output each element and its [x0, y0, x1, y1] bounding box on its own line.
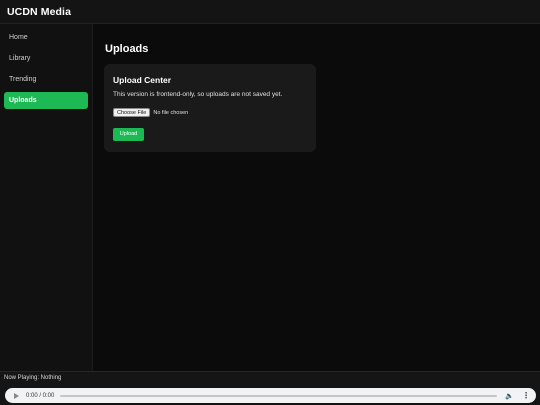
top-bar: UCDN Media: [0, 0, 540, 24]
upload-card: Upload Center This version is frontend-o…: [104, 64, 316, 152]
card-title: Upload Center: [113, 75, 172, 85]
file-status: No file chosen: [153, 109, 189, 116]
sidebar-item-uploads[interactable]: Uploads: [4, 92, 88, 109]
main-content: Uploads Upload Center This version is fr…: [94, 24, 540, 371]
choose-file-button[interactable]: Choose File: [113, 108, 151, 117]
time-display: 0:00 / 0:00: [26, 392, 55, 399]
page-title: Uploads: [105, 43, 149, 55]
app-root: UCDN Media Home Library Trending Uploads…: [0, 0, 540, 405]
sidebar-item-library[interactable]: Library: [4, 50, 88, 67]
play-icon[interactable]: [14, 392, 19, 399]
volume-icon[interactable]: 🔈: [505, 392, 514, 400]
now-playing-label: Now Playing: Nothing: [4, 375, 62, 381]
sidebar-item-home[interactable]: Home: [4, 29, 88, 46]
card-description: This version is frontend-only, so upload…: [113, 91, 283, 98]
audio-player: 0:00 / 0:00 🔈 ⋮: [5, 388, 536, 403]
file-picker: Choose File No file chosen: [113, 108, 307, 117]
sidebar-item-trending[interactable]: Trending: [4, 71, 88, 88]
sidebar: Home Library Trending Uploads: [0, 24, 93, 371]
more-options-icon[interactable]: ⋮: [522, 391, 530, 400]
player-bar: Now Playing: Nothing 0:00 / 0:00 🔈 ⋮: [0, 371, 540, 405]
upload-button[interactable]: Upload: [113, 128, 144, 141]
app-title: UCDN Media: [7, 5, 72, 18]
seek-bar[interactable]: [60, 394, 498, 397]
